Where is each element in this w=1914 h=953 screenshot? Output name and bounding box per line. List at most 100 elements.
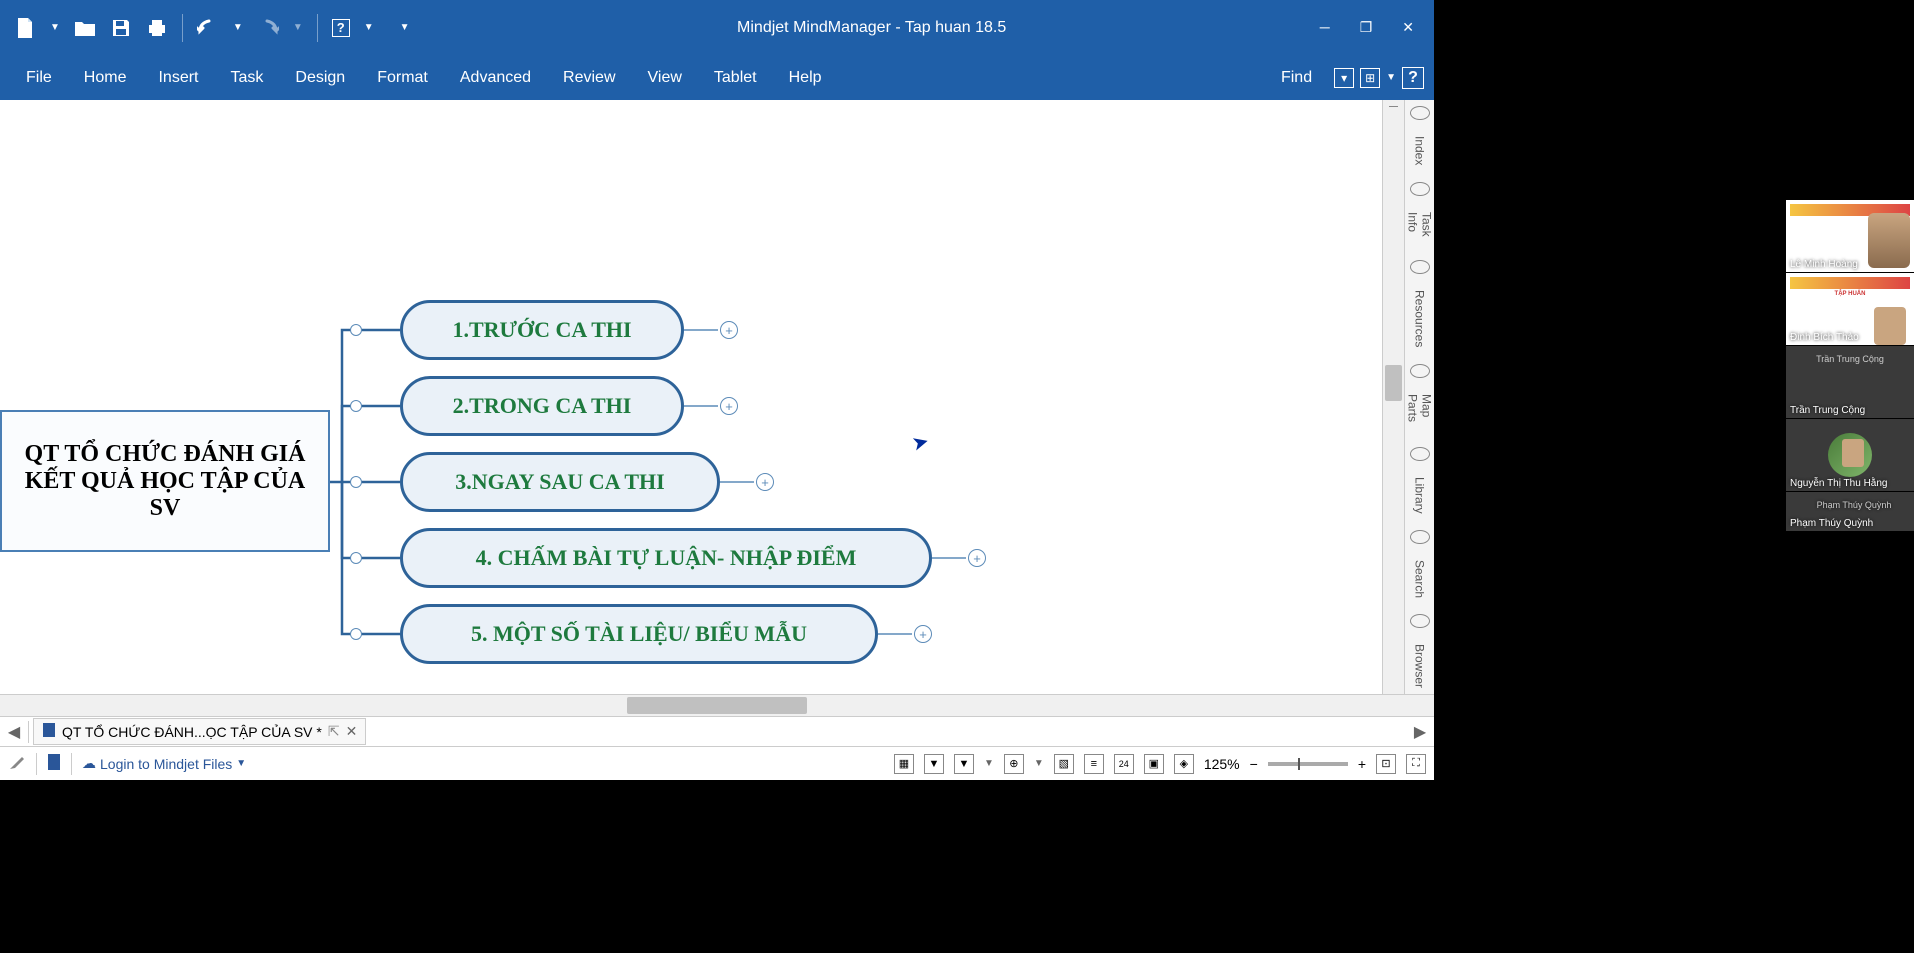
panel-task-info[interactable]: Task Info	[1404, 206, 1436, 250]
branch-2[interactable]: 2.TRONG CA THI	[400, 376, 684, 436]
menu-find[interactable]: Find	[1265, 59, 1328, 97]
menu-review[interactable]: Review	[547, 59, 631, 97]
menu-home[interactable]: Home	[68, 59, 143, 97]
map-parts-icon[interactable]	[1410, 364, 1430, 378]
close-tab-icon[interactable]: ✕	[346, 723, 358, 740]
power-filter-icon[interactable]: ▼	[954, 754, 974, 774]
zoom-out-icon[interactable]: −	[1250, 756, 1258, 772]
expand-icon[interactable]: +	[914, 625, 932, 643]
browser-icon[interactable]	[1410, 614, 1430, 628]
menu-design[interactable]: Design	[279, 59, 361, 97]
menu-tablet[interactable]: Tablet	[698, 59, 773, 97]
close-icon[interactable]: ✕	[1402, 19, 1414, 36]
dropdown-icon[interactable]: ▼	[364, 22, 374, 33]
participant-name: Lê Minh Hoàng	[1790, 259, 1858, 270]
clock-icon[interactable]	[1410, 182, 1430, 196]
vertical-scrollbar[interactable]	[1382, 100, 1404, 694]
cloud-icon: ☁	[82, 755, 96, 772]
view-outline-icon[interactable]: ≡	[1084, 754, 1104, 774]
tab-overflow-icon[interactable]: ⇱	[328, 723, 340, 740]
participant-tile[interactable]: Lê Minh Hoàng	[1786, 200, 1914, 273]
participant-tile[interactable]: Nguyễn Thị Thu Hằng	[1786, 419, 1914, 492]
save-icon[interactable]	[110, 17, 132, 39]
expand-icon[interactable]: +	[968, 549, 986, 567]
participant-tile[interactable]: Phạm Thúy Quỳnh Phạm Thúy Quỳnh	[1786, 492, 1914, 532]
menu-advanced[interactable]: Advanced	[444, 59, 547, 97]
app-window: ▼ ▼ ▼ ? ▼ ▼ Mindjet MindManager	[0, 0, 1434, 780]
dropdown-icon[interactable]: ▼	[50, 22, 60, 33]
related-maps-icon[interactable]: ⊞	[1360, 68, 1380, 88]
menu-format[interactable]: Format	[361, 59, 444, 97]
menu-view[interactable]: View	[632, 59, 698, 97]
print-icon[interactable]	[146, 17, 168, 39]
fit-map-icon[interactable]: ⊡	[1376, 754, 1396, 774]
tab-prev-icon[interactable]: ◀	[4, 722, 24, 742]
person-icon[interactable]	[1410, 260, 1430, 274]
panel-browser[interactable]: Browser	[1411, 638, 1429, 694]
expand-icon[interactable]: +	[720, 397, 738, 415]
help-icon[interactable]: ?	[1402, 67, 1424, 89]
menu-file[interactable]: File	[10, 59, 68, 97]
login-link[interactable]: ☁ Login to Mindjet Files ▼	[82, 755, 246, 772]
scrollbar-thumb[interactable]	[1385, 365, 1402, 401]
view-gantt-icon[interactable]: 24	[1114, 754, 1134, 774]
central-topic[interactable]: QT TỔ CHỨC ĐÁNH GIÁ KẾT QUẢ HỌC TẬP CỦA …	[0, 410, 330, 552]
view-map-icon[interactable]: ▧	[1054, 754, 1074, 774]
library-icon[interactable]	[1410, 447, 1430, 461]
qat-customize-icon[interactable]: ▼	[400, 22, 410, 33]
branch-4[interactable]: 4. CHẤM BÀI TỰ LUẬN- NHẬP ĐIỂM	[400, 528, 932, 588]
branch-5[interactable]: 5. MỘT SỐ TÀI LIỆU/ BIỂU MẪU	[400, 604, 878, 664]
panel-resources[interactable]: Resources	[1411, 284, 1429, 353]
new-file-icon[interactable]	[14, 17, 36, 39]
ribbon-toggle-icon[interactable]: ▾	[1334, 68, 1354, 88]
minimize-icon[interactable]: ─	[1320, 19, 1330, 36]
redo-icon[interactable]	[257, 17, 279, 39]
panel-library[interactable]: Library	[1411, 471, 1429, 520]
undo-icon[interactable]	[197, 17, 219, 39]
menu-task[interactable]: Task	[214, 59, 279, 97]
menu-insert[interactable]: Insert	[142, 59, 214, 97]
tab-next-icon[interactable]: ▶	[1410, 722, 1430, 742]
dropdown-icon[interactable]: ▼	[233, 22, 243, 33]
fullscreen-icon[interactable]: ⛶	[1406, 754, 1426, 774]
branch-1[interactable]: 1.TRƯỚC CA THI	[400, 300, 684, 360]
document-status-icon[interactable]	[47, 753, 61, 774]
connector-dot[interactable]	[350, 476, 362, 488]
document-tab[interactable]: QT TỔ CHỨC ĐÁNH...ỌC TẬP CỦA SV * ⇱ ✕	[33, 718, 366, 745]
dropdown-icon[interactable]: ▼	[1386, 72, 1396, 83]
panel-index[interactable]: Index	[1411, 130, 1429, 171]
zoom-in-icon[interactable]: +	[1358, 756, 1366, 772]
zoom-level[interactable]: 125%	[1204, 756, 1240, 772]
scrollbar-thumb[interactable]	[627, 697, 807, 714]
zoom-add-icon[interactable]: ⊕	[1004, 754, 1024, 774]
open-file-icon[interactable]	[74, 17, 96, 39]
branch-3[interactable]: 3.NGAY SAU CA THI	[400, 452, 720, 512]
view-tag-icon[interactable]: ◈	[1174, 754, 1194, 774]
participant-tile[interactable]: Trần Trung Cộng Trần Trung Cộng	[1786, 346, 1914, 419]
connector-dot[interactable]	[350, 324, 362, 336]
workspace: QT TỔ CHỨC ĐÁNH GIÁ KẾT QUẢ HỌC TẬP CỦA …	[0, 100, 1434, 694]
index-icon[interactable]	[1410, 106, 1430, 120]
canvas[interactable]: QT TỔ CHỨC ĐÁNH GIÁ KẾT QUẢ HỌC TẬP CỦA …	[0, 100, 1382, 694]
connector-dot[interactable]	[350, 400, 362, 412]
search-icon[interactable]	[1410, 530, 1430, 544]
menu-help[interactable]: Help	[773, 59, 838, 97]
zoom-slider[interactable]	[1268, 762, 1348, 766]
connector-dot[interactable]	[350, 552, 362, 564]
participant-tile[interactable]: TẬP HUẤN Đinh Bích Thảo	[1786, 273, 1914, 346]
horizontal-scrollbar[interactable]	[0, 694, 1434, 716]
edit-mode-icon[interactable]	[8, 753, 26, 774]
connector-dot[interactable]	[350, 628, 362, 640]
expand-icon[interactable]: +	[720, 321, 738, 339]
filter-icon[interactable]: ▼	[924, 754, 944, 774]
panel-map-parts[interactable]: Map Parts	[1404, 388, 1436, 437]
restore-icon[interactable]: ❐	[1360, 19, 1373, 36]
participant-name: Phạm Thúy Quỳnh	[1790, 500, 1914, 510]
view-slide-icon[interactable]: ▣	[1144, 754, 1164, 774]
dropdown-icon[interactable]: ▼	[293, 22, 303, 33]
expand-icon[interactable]: +	[756, 473, 774, 491]
participant-name: Trần Trung Cộng	[1790, 405, 1865, 416]
help-dropdown-icon[interactable]: ?	[332, 19, 350, 37]
panel-search[interactable]: Search	[1411, 554, 1429, 604]
view-mode-icon[interactable]: ▦	[894, 754, 914, 774]
